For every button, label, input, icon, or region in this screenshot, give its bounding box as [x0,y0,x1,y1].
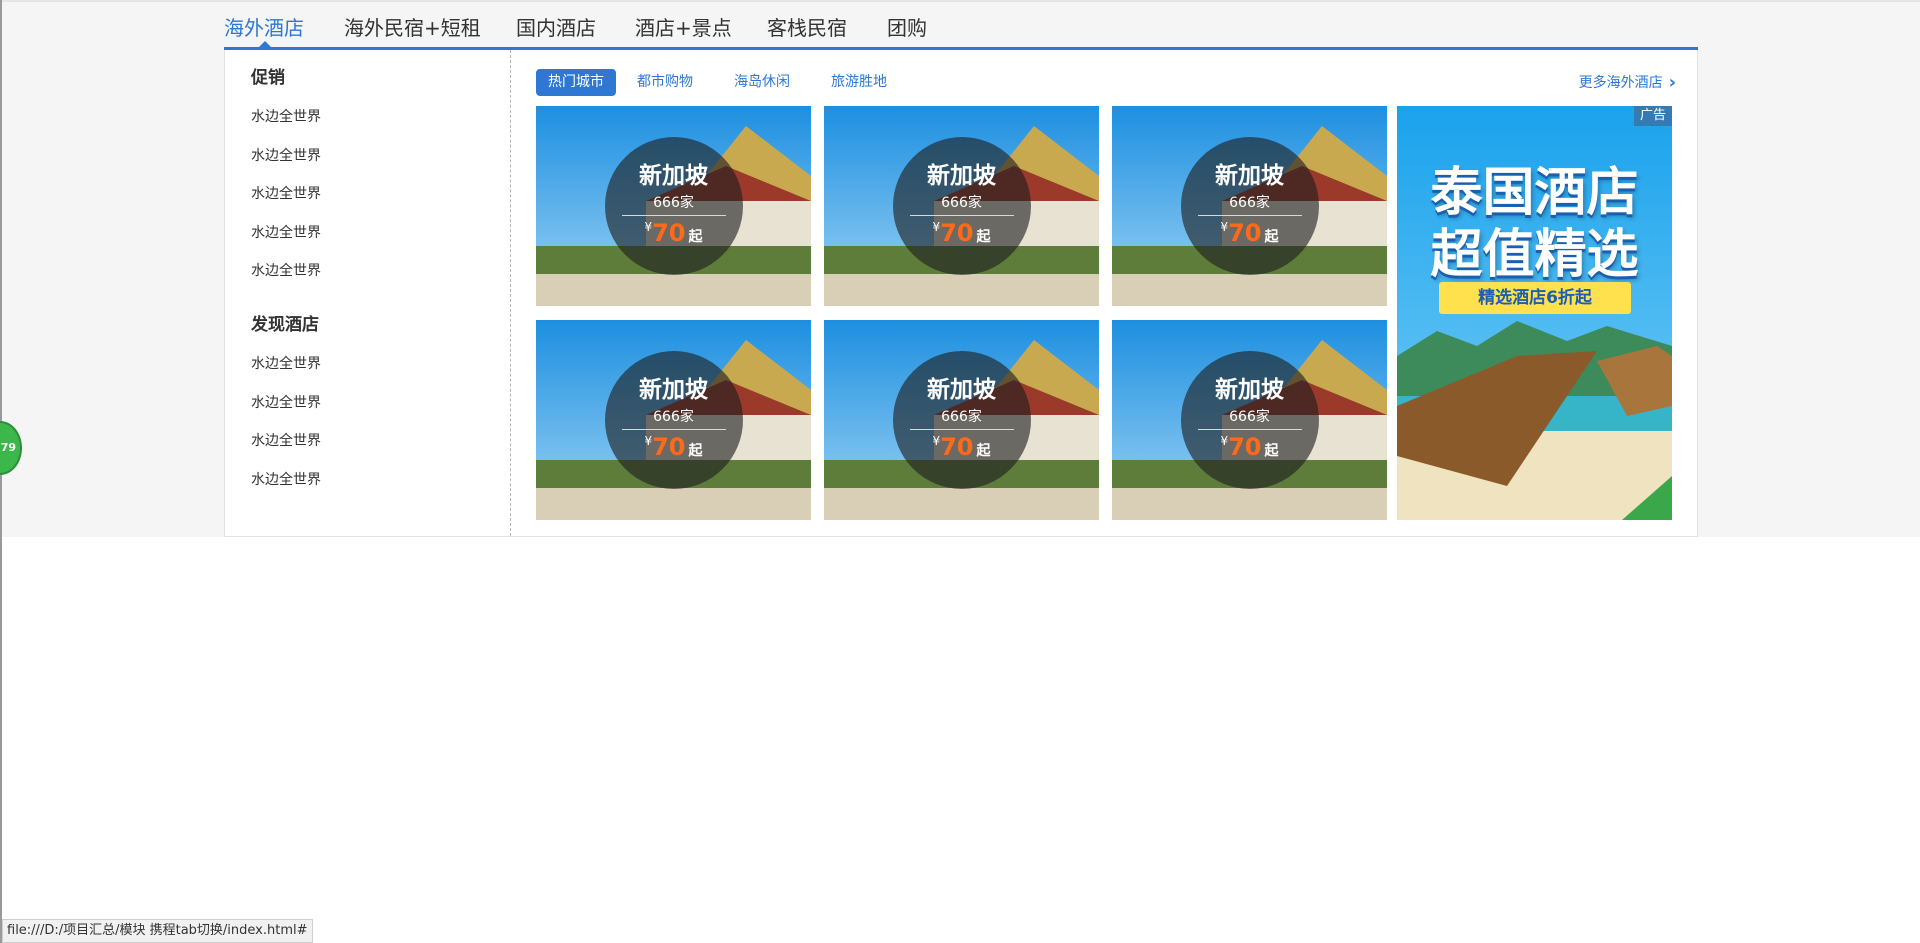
currency-symbol: ¥ [932,434,941,448]
card-hotel-count: 666家 [653,195,694,211]
city-card[interactable]: 新加坡 666家 ¥70 起 [1112,320,1387,520]
currency-symbol: ¥ [644,434,653,448]
tab-panel: 促销 水边全世界 水边全世界 水边全世界 水边全世界 水边全世界 发现酒店 水边… [224,50,1698,537]
price-suffix: 起 [688,229,703,245]
city-card[interactable]: 新加坡 666家 ¥70 起 [824,320,1099,520]
card-price: ¥70 起 [1112,219,1387,247]
chevron-right-icon: › [1668,72,1676,93]
price-suffix: 起 [688,443,703,459]
card-hotel-count: 666家 [1229,195,1270,211]
price-suffix: 起 [976,443,991,459]
city-card[interactable]: 新加坡 666家 ¥70 起 [824,106,1099,306]
sidebar-link[interactable]: 水边全世界 [251,392,321,412]
thailand-hotel-ad[interactable]: 广告 泰国酒店 超值精选 精选酒店6折起 [1397,106,1672,520]
card-city: 新加坡 [1215,163,1284,189]
price-value: 70 [940,219,974,247]
price-value: 70 [652,433,686,461]
content-area: 热门城市 都市购物 海岛休闲 旅游胜地 更多海外酒店 › 新加坡 666家 ¥7… [536,50,1676,536]
more-link-label: 更多海外酒店 [1578,75,1663,91]
sidebar-link[interactable]: 水边全世界 [251,106,321,126]
price-value: 70 [1228,433,1262,461]
card-price: ¥70 起 [536,219,811,247]
sidebar-title-discover: 发现酒店 [251,315,319,335]
status-bar-url: file:///D:/项目汇总/模块 携程tab切换/index.html# [2,919,313,943]
currency-symbol: ¥ [1220,220,1229,234]
currency-symbol: ¥ [644,220,653,234]
sidebar-link[interactable]: 水边全世界 [251,430,321,450]
tab-overseas-homestay[interactable]: 海外民宿+短租 [344,12,481,41]
ad-ribbon: 精选酒店6折起 [1439,282,1631,314]
price-suffix: 起 [976,229,991,245]
sidebar-link[interactable]: 水边全世界 [251,145,321,165]
card-city: 新加坡 [639,163,708,189]
card-city: 新加坡 [927,163,996,189]
sidebar-link[interactable]: 水边全世界 [251,183,321,203]
ad-badge: 广告 [1633,106,1672,126]
subtab-island-leisure[interactable]: 海岛休闲 [722,69,802,96]
card-city: 新加坡 [927,377,996,403]
card-divider [910,215,1014,216]
card-divider [622,429,726,430]
currency-symbol: ¥ [1220,434,1229,448]
tab-hotel-attractions[interactable]: 酒店+景点 [635,12,732,41]
sidebar: 促销 水边全世界 水边全世界 水边全世界 水边全世界 水边全世界 发现酒店 水边… [225,50,511,536]
sidebar-link[interactable]: 水边全世界 [251,353,321,373]
price-value: 70 [940,433,974,461]
sidebar-link[interactable]: 水边全世界 [251,222,321,242]
card-divider [1198,215,1302,216]
card-price: ¥70 起 [824,219,1099,247]
subtab-tourist-spots[interactable]: 旅游胜地 [819,69,899,96]
more-overseas-hotels-link[interactable]: 更多海外酒店 › [1579,69,1676,96]
sidebar-link[interactable]: 水边全世界 [251,260,321,280]
price-value: 70 [652,219,686,247]
card-price: ¥70 起 [536,433,811,461]
card-price: ¥70 起 [824,433,1099,461]
price-suffix: 起 [1264,443,1279,459]
tab-group-buy[interactable]: 团购 [887,12,927,41]
hotel-module: 海外酒店 海外民宿+短租 国内酒店 酒店+景点 客栈民宿 团购 促销 水边全世界… [224,0,1698,537]
subtab-hot-cities[interactable]: 热门城市 [536,69,616,96]
city-card[interactable]: 新加坡 666家 ¥70 起 [536,106,811,306]
card-hotel-count: 666家 [653,409,694,425]
tab-domestic-hotels[interactable]: 国内酒店 [516,12,596,41]
card-price: ¥70 起 [1112,433,1387,461]
card-divider [910,429,1014,430]
sidebar-title-promotions: 促销 [251,68,285,88]
card-city: 新加坡 [1215,377,1284,403]
city-card[interactable]: 新加坡 666家 ¥70 起 [536,320,811,520]
main-tabs: 海外酒店 海外民宿+短租 国内酒店 酒店+景点 客栈民宿 团购 [224,0,1698,52]
sidebar-link[interactable]: 水边全世界 [251,469,321,489]
city-card[interactable]: 新加坡 666家 ¥70 起 [1112,106,1387,306]
card-hotel-count: 666家 [1229,409,1270,425]
subtab-city-shopping[interactable]: 都市购物 [625,69,705,96]
card-city: 新加坡 [639,377,708,403]
card-divider [1198,429,1302,430]
price-suffix: 起 [1264,229,1279,245]
ad-headline-2: 超值精选 [1430,225,1639,285]
card-hotel-count: 666家 [941,195,982,211]
price-value: 70 [1228,219,1262,247]
tab-overseas-hotels[interactable]: 海外酒店 [224,12,304,41]
currency-symbol: ¥ [932,220,941,234]
tab-inns[interactable]: 客栈民宿 [767,12,847,41]
card-divider [622,215,726,216]
card-hotel-count: 666家 [941,409,982,425]
